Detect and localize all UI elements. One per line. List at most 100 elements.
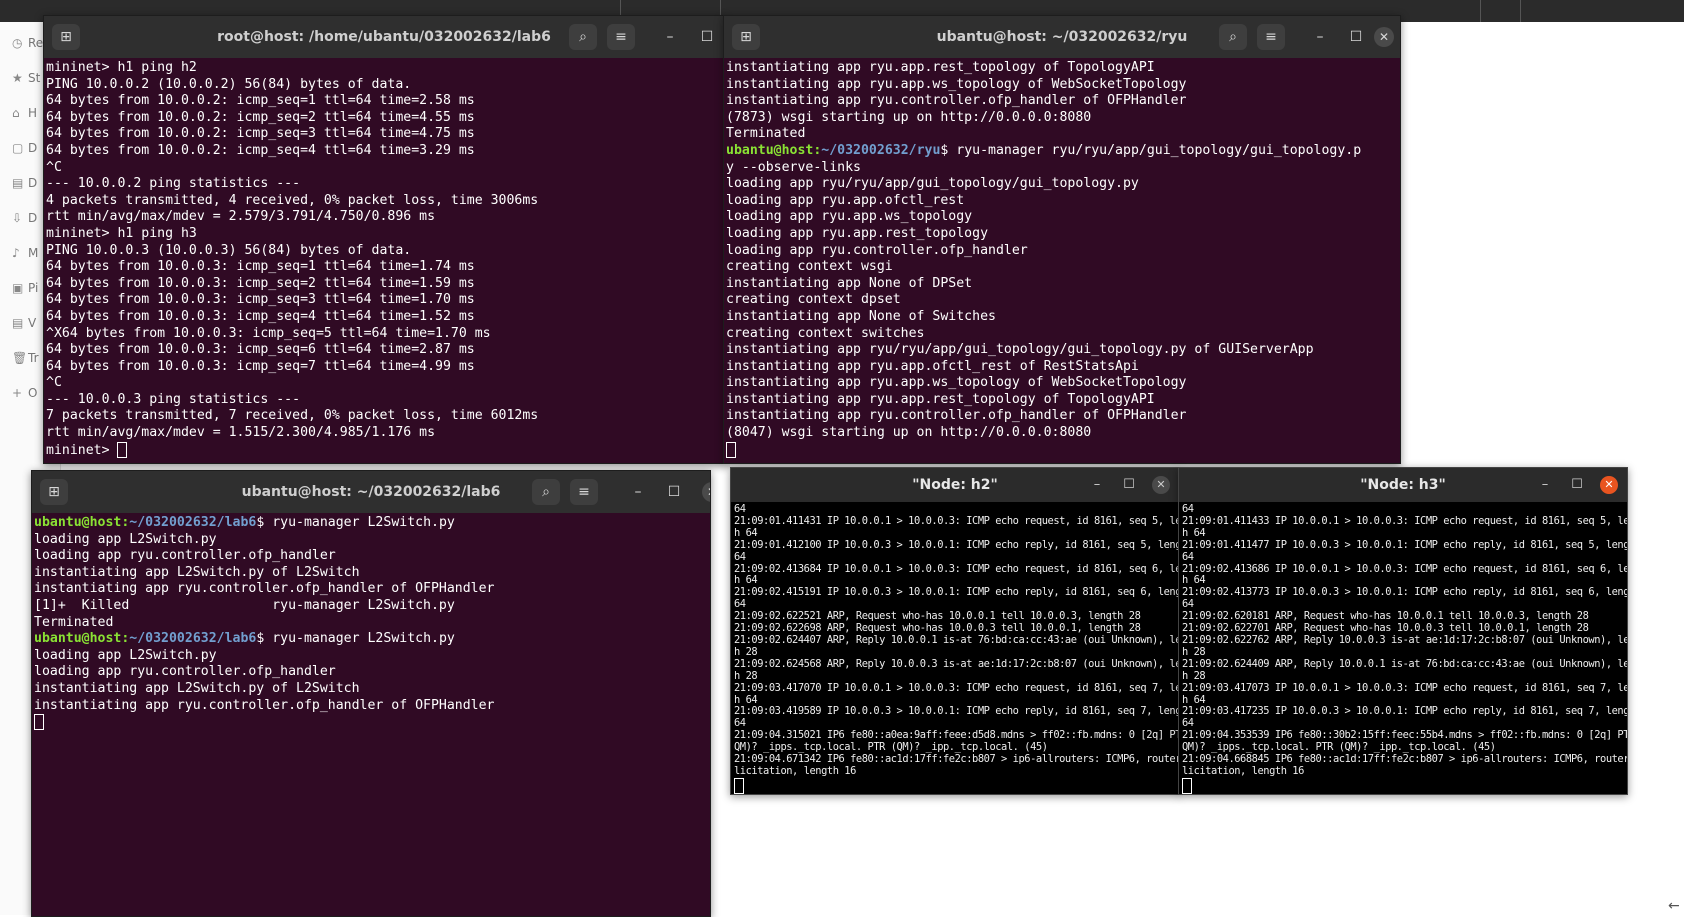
output-line: Terminated — [726, 126, 806, 142]
text-cursor — [34, 714, 44, 731]
output-line: [1]+ Killed ryu-manager L2Switch.py — [34, 597, 455, 613]
output-line: 4 packets transmitted, 4 received, 0% pa… — [46, 192, 539, 208]
output-line: 21:09:02.622698 ARP, Request who-has 10.… — [734, 622, 1141, 635]
output-line: QM)? _ipps._tcp.local. PTR (QM)? _ipp._t… — [734, 741, 1048, 754]
menu-icon[interactable]: ≡ — [1257, 24, 1285, 50]
output-line: instantiating app L2Switch.py of L2Switc… — [34, 564, 360, 580]
output-line: h 64 — [734, 693, 758, 706]
output-line: mininet> h1 ping h3 — [46, 225, 197, 241]
prompt-user: ubantu@host — [34, 631, 122, 647]
close-icon[interactable]: ✕ — [1600, 476, 1618, 494]
output-line: 64 — [734, 598, 746, 611]
window-title: ubantu@host: ~/032002632/ryu — [936, 29, 1188, 45]
output-line: instantiating app None of DPSet — [726, 275, 973, 291]
output-line: rtt min/avg/max/mdev = 2.579/3.791/4.750… — [46, 209, 436, 225]
terminal-output[interactable]: 64 21:09:01.411431 IP 10.0.0.1 > 10.0.0.… — [731, 502, 1180, 794]
sidebar-item[interactable]: ♪ M — [12, 246, 38, 260]
terminal-output[interactable]: instantiating app ryu.app.rest_topology … — [724, 58, 1400, 461]
output-line: 21:09:02.620181 ARP, Request who-has 10.… — [1182, 610, 1589, 623]
node-h2-xterm-window[interactable]: "Node: h2" – ☐ ✕ 64 21:09:01.411431 IP 1… — [730, 467, 1180, 795]
sidebar-item[interactable]: ⌂ H — [12, 106, 37, 120]
output-line: 21:09:02.622701 ARP, Request who-has 10.… — [1182, 622, 1589, 635]
window-titlebar[interactable]: ⊞ root@host: /home/ubantu/032002632/lab6… — [44, 16, 724, 58]
minimize-icon[interactable]: – — [1089, 477, 1105, 493]
output-line: mininet> h1 ping h2 — [46, 60, 197, 75]
output-line: PING 10.0.0.3 (10.0.0.3) 56(84) bytes of… — [46, 242, 412, 258]
prompt-path: ~/032002632/lab6 — [129, 631, 257, 647]
maximize-icon[interactable]: ☐ — [699, 29, 715, 45]
output-line: 21:09:01.411431 IP 10.0.0.1 > 10.0.0.3: … — [734, 514, 1180, 527]
output-line: 64 bytes from 10.0.0.2: icmp_seq=4 ttl=6… — [46, 142, 475, 158]
output-line: 21:09:01.412100 IP 10.0.0.3 > 10.0.0.1: … — [734, 538, 1180, 551]
output-line: 64 — [734, 717, 746, 730]
command-line: $ ryu-manager L2Switch.py — [256, 631, 455, 647]
window-titlebar[interactable]: ⊞ ubantu@host: ~/032002632/lab6 ⌕ ≡ – ☐ … — [32, 471, 710, 513]
window-titlebar[interactable]: "Node: h3" – ☐ ✕ — [1179, 468, 1627, 502]
sidebar-item[interactable]: ⇩ D — [12, 211, 37, 225]
output-line: creating context dpset — [726, 292, 901, 308]
sidebar-item[interactable]: ▤ D — [12, 176, 37, 190]
plus-icon: + — [12, 386, 23, 400]
sidebar-item[interactable]: ★ St — [12, 71, 40, 85]
maximize-icon[interactable]: ☐ — [1569, 477, 1585, 493]
close-icon[interactable]: ✕ — [1374, 27, 1394, 47]
sidebar-item[interactable]: ▢ D — [12, 141, 37, 155]
search-icon[interactable]: ⌕ — [532, 479, 560, 505]
output-line: h 64 — [734, 526, 758, 539]
output-line: 64 — [1182, 598, 1194, 611]
output-line: 21:09:03.417070 IP 10.0.0.1 > 10.0.0.3: … — [734, 681, 1180, 694]
sidebar-item[interactable]: + O — [12, 386, 37, 400]
sidebar-item-label: H — [28, 106, 38, 120]
minimize-icon[interactable]: – — [630, 484, 646, 500]
output-line: 21:09:04.315021 IP6 fe80::a0ea:9aff:feee… — [734, 729, 1180, 742]
output-line: rtt min/avg/max/mdev = 1.515/2.300/4.985… — [46, 425, 436, 441]
menu-icon[interactable]: ≡ — [570, 479, 598, 505]
text-cursor — [1182, 777, 1192, 794]
maximize-icon[interactable]: ☐ — [1348, 29, 1364, 45]
sidebar-item[interactable]: ◷ Re — [12, 36, 43, 50]
output-line: --- 10.0.0.3 ping statistics --- — [46, 391, 301, 407]
close-icon[interactable]: ✕ — [1152, 476, 1170, 494]
clock-icon: ◷ — [12, 36, 23, 50]
output-line: 21:09:02.624568 ARP, Reply 10.0.0.3 is-a… — [734, 657, 1180, 670]
menu-icon[interactable]: ≡ — [607, 24, 635, 50]
sidebar-item[interactable]: 🗑Tr — [12, 351, 39, 365]
ryu-gui-terminal-window[interactable]: ⊞ ubantu@host: ~/032002632/ryu ⌕ ≡ – ☐ ✕… — [723, 15, 1401, 464]
output-line: 64 — [734, 550, 746, 563]
window-titlebar[interactable]: "Node: h2" – ☐ ✕ — [731, 468, 1179, 502]
sidebar-item[interactable]: ▤ V — [12, 316, 36, 330]
output-line: creating context wsgi — [726, 259, 893, 275]
window-titlebar[interactable]: ⊞ ubantu@host: ~/032002632/ryu ⌕ ≡ – ☐ ✕ — [724, 16, 1400, 58]
output-line: instantiating app ryu.controller.ofp_han… — [726, 93, 1187, 109]
prompt-path: ~/032002632/lab6 — [129, 515, 257, 530]
top-panel-divider — [1480, 0, 1481, 22]
output-line: 64 bytes from 10.0.0.3: icmp_seq=3 ttl=6… — [46, 292, 475, 308]
output-line: PING 10.0.0.2 (10.0.0.2) 56(84) bytes of… — [46, 76, 412, 92]
star-icon: ★ — [12, 71, 23, 85]
output-line: (7873) wsgi starting up on http://0.0.0.… — [726, 109, 1092, 125]
sidebar-item[interactable]: ▣ Pi — [12, 281, 38, 295]
node-h3-xterm-window[interactable]: "Node: h3" – ☐ ✕ 64 21:09:01.411433 IP 1… — [1178, 467, 1628, 795]
maximize-icon[interactable]: ☐ — [666, 484, 682, 500]
output-line: 21:09:02.624409 ARP, Reply 10.0.0.1 is-a… — [1182, 657, 1628, 670]
search-icon[interactable]: ⌕ — [569, 24, 597, 50]
minimize-icon[interactable]: – — [1537, 477, 1553, 493]
output-line: 21:09:04.668845 IP6 fe80::ac1d:17ff:fe2c… — [1182, 753, 1628, 766]
l2switch-terminal-window[interactable]: ⊞ ubantu@host: ~/032002632/lab6 ⌕ ≡ – ☐ … — [31, 470, 711, 917]
sidebar-item-label: O — [28, 386, 38, 400]
search-icon[interactable]: ⌕ — [1219, 24, 1247, 50]
terminal-output[interactable]: ubantu@host:~/032002632/lab6$ ryu-manage… — [32, 513, 710, 734]
output-line: 21:09:04.353539 IP6 fe80::30b2:15ff:feec… — [1182, 729, 1628, 742]
output-line: instantiating app ryu.controller.ofp_han… — [34, 581, 495, 597]
minimize-icon[interactable]: – — [1312, 29, 1328, 45]
output-line: 21:09:03.417073 IP 10.0.0.1 > 10.0.0.3: … — [1182, 681, 1628, 694]
maximize-icon[interactable]: ☐ — [1121, 477, 1137, 493]
output-line: loading app ryu.controller.ofp_handler — [34, 664, 336, 680]
terminal-output[interactable]: 64 21:09:01.411433 IP 10.0.0.1 > 10.0.0.… — [1179, 502, 1628, 794]
document-icon: ▤ — [12, 176, 24, 190]
mininet-terminal-window[interactable]: ⊞ root@host: /home/ubantu/032002632/lab6… — [43, 15, 725, 464]
terminal-output[interactable]: mininet> h1 ping h2 PING 10.0.0.2 (10.0.… — [44, 58, 724, 461]
sidebar-item-label: Pi — [28, 281, 39, 295]
output-line: licitation, length 16 — [1182, 764, 1304, 777]
minimize-icon[interactable]: – — [662, 29, 678, 45]
